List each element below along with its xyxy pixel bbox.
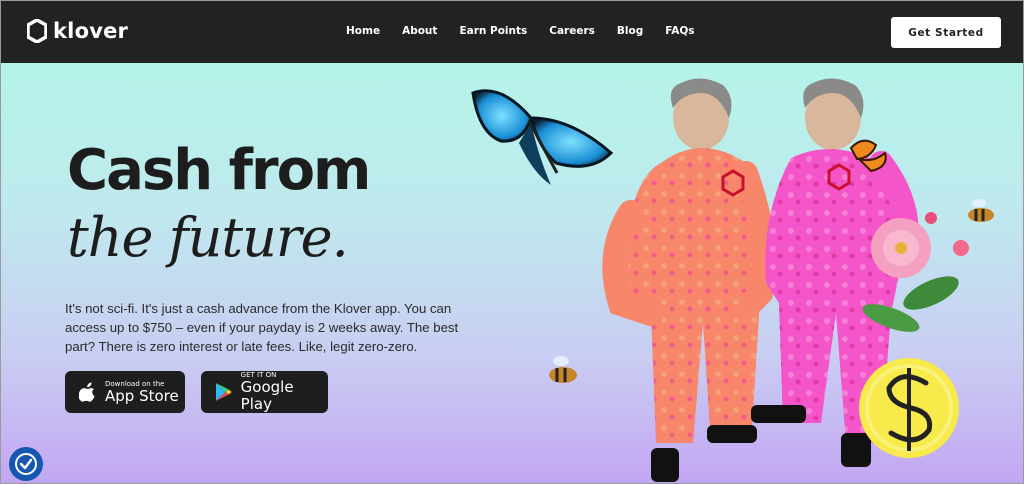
brand-name: klover xyxy=(53,19,129,43)
hero-description: It's not sci-fi. It's just a cash advanc… xyxy=(65,301,459,354)
google-play-icon xyxy=(215,383,232,401)
app-store-label: Download on the App Store xyxy=(105,380,179,405)
bee-image-left xyxy=(549,356,577,383)
hero-illustration xyxy=(471,78,994,482)
nav-faqs[interactable]: FAQs xyxy=(665,25,694,37)
google-play-button[interactable]: GET IT ON Google Play xyxy=(201,371,328,413)
google-play-big-text: Google Play xyxy=(240,378,294,413)
app-store-big-text: App Store xyxy=(105,386,179,405)
brand-logo[interactable]: klover xyxy=(27,19,128,43)
dollar-coin-image xyxy=(859,358,959,458)
top-navigation: klover Home About Earn Points Careers Bl… xyxy=(1,1,1023,63)
nav-blog[interactable]: Blog xyxy=(617,25,643,37)
apple-icon xyxy=(79,382,95,402)
blue-butterfly-image xyxy=(471,89,614,185)
page-frame: klover Home About Earn Points Careers Bl… xyxy=(0,0,1024,484)
bee-image-right xyxy=(968,199,994,222)
main-menu: Home About Earn Points Careers Blog FAQs xyxy=(346,25,717,37)
accessibility-icon xyxy=(15,453,37,475)
app-store-button[interactable]: Download on the App Store xyxy=(65,371,185,413)
nav-careers[interactable]: Careers xyxy=(549,25,595,37)
nav-home[interactable]: Home xyxy=(346,25,380,37)
hero-headline-italic: the future. xyxy=(67,206,349,269)
orange-suit-figure xyxy=(602,78,776,482)
klover-hexagon-icon xyxy=(27,19,47,43)
hero-headline: Cash from xyxy=(67,138,371,203)
google-play-label: GET IT ON Google Play xyxy=(241,371,328,413)
nav-about[interactable]: About xyxy=(402,25,437,37)
hero-section: Cash from the future. It's not sci-fi. I… xyxy=(1,63,1023,483)
nav-earn-points[interactable]: Earn Points xyxy=(459,25,527,37)
accessibility-widget-button[interactable] xyxy=(9,447,43,481)
get-started-button[interactable]: Get Started xyxy=(891,17,1001,48)
